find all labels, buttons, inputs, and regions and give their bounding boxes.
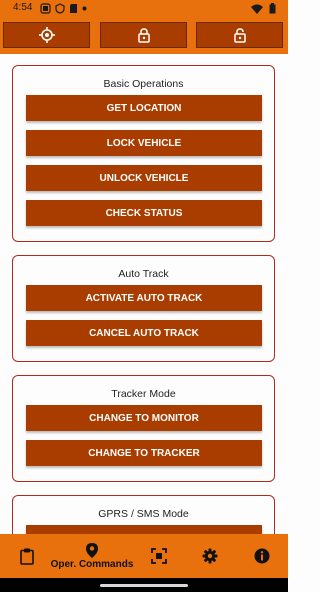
status-time: 4:54 — [13, 2, 33, 13]
get-location-button[interactable]: GET LOCATION — [26, 95, 262, 121]
section-auto-track: Auto Track ACTIVATE AUTO TRACK CANCEL AU… — [12, 255, 275, 362]
locate-button[interactable] — [3, 22, 90, 48]
nav-item-oper-commands[interactable]: Oper. Commands — [46, 534, 138, 578]
settings-gear-icon — [202, 548, 218, 564]
clipboard-icon — [20, 548, 34, 565]
battery-icon — [269, 3, 276, 14]
section-title: Auto Track — [118, 268, 169, 280]
section-title: GPRS / SMS Mode — [98, 508, 189, 520]
section-title: Tracker Mode — [111, 388, 176, 400]
dot-icon — [82, 6, 87, 11]
vpn-icon — [55, 3, 65, 14]
cancel-auto-track-button[interactable]: CANCEL AUTO TRACK — [26, 320, 262, 346]
top-action-bar — [0, 18, 288, 54]
section-title: Basic Operations — [103, 78, 184, 90]
signal-status-icon — [40, 3, 51, 14]
bottom-navigation: Oper. Commands — [0, 534, 288, 578]
unlock-button[interactable] — [196, 22, 283, 48]
info-icon — [254, 548, 270, 564]
lock-vehicle-button[interactable]: LOCK VEHICLE — [26, 130, 262, 156]
unlock-vehicle-button[interactable]: UNLOCK VEHICLE — [26, 165, 262, 191]
commands-content[interactable]: Basic Operations GET LOCATION LOCK VEHIC… — [0, 54, 288, 534]
locate-target-icon — [38, 27, 55, 43]
unlock-icon — [233, 27, 246, 43]
lock-button[interactable] — [100, 22, 187, 48]
status-right-icons — [251, 3, 276, 14]
device-frame-icon — [151, 548, 167, 564]
activate-auto-track-button[interactable]: ACTIVATE AUTO TRACK — [26, 285, 262, 311]
section-tracker-mode: Tracker Mode CHANGE TO MONITOR CHANGE TO… — [12, 375, 275, 482]
gesture-handle[interactable] — [100, 584, 188, 587]
check-status-button[interactable]: CHECK STATUS — [26, 200, 262, 226]
map-pin-icon — [86, 542, 98, 558]
change-to-tracker-button[interactable]: CHANGE TO TRACKER — [26, 440, 262, 466]
nav-item-device[interactable] — [146, 534, 172, 578]
nav-item-history[interactable] — [14, 534, 40, 578]
nav-item-settings[interactable] — [197, 534, 223, 578]
gprs-sms-button-partial[interactable] — [26, 525, 262, 534]
system-gesture-bar — [0, 578, 288, 592]
section-basic-operations: Basic Operations GET LOCATION LOCK VEHIC… — [12, 65, 275, 242]
nav-item-info[interactable] — [249, 534, 275, 578]
nav-item-label: Oper. Commands — [50, 558, 134, 570]
status-bar: 4:54 — [0, 0, 288, 18]
wifi-icon — [251, 4, 263, 14]
status-left-icons — [40, 3, 87, 14]
change-to-monitor-button[interactable]: CHANGE TO MONITOR — [26, 405, 262, 431]
lock-icon — [137, 27, 150, 43]
section-gprs-sms-mode: GPRS / SMS Mode — [12, 495, 275, 534]
sd-card-icon — [69, 3, 78, 14]
